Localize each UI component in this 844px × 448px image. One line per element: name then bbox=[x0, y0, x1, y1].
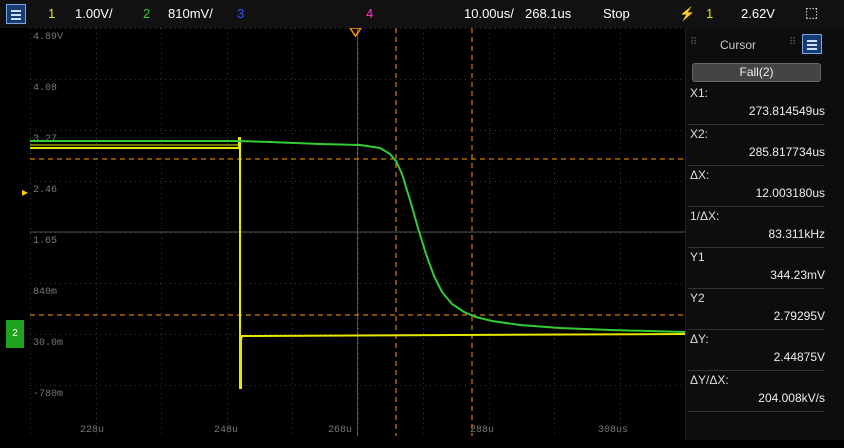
cursor-readout-label: X1: bbox=[690, 86, 709, 100]
cursor-panel-title: Cursor bbox=[720, 38, 757, 52]
cursor-readout-label: ΔY: bbox=[690, 332, 709, 346]
x-axis-label: 248u bbox=[214, 425, 238, 436]
x-axis-label: 308us bbox=[598, 425, 628, 436]
drag-handle-icon[interactable]: ⠿ bbox=[789, 37, 796, 48]
ch3-number[interactable]: 3 bbox=[237, 6, 244, 21]
x-axis-label: 228u bbox=[80, 425, 104, 436]
cursor-mode-button[interactable]: Fall(2) bbox=[692, 63, 821, 82]
ch2-marker-label: 2 bbox=[12, 328, 18, 339]
x-axis-label: 268u bbox=[328, 425, 352, 436]
cursor-readout-value: 344.23mV bbox=[770, 268, 825, 282]
drag-handle-icon[interactable]: ⠿ bbox=[690, 37, 697, 48]
y-axis-label: 2.46 bbox=[33, 185, 57, 196]
cursor-readout-value: 204.008kV/s bbox=[758, 391, 825, 405]
timebase[interactable]: 10.00us/ bbox=[464, 6, 514, 21]
panel-menu-icon[interactable] bbox=[802, 34, 822, 54]
cursor-readout-value: 2.79295V bbox=[773, 309, 825, 323]
cursor-readout-label: ΔY/ΔX: bbox=[690, 373, 729, 387]
trigger-level-marker-icon: ▸ bbox=[22, 185, 29, 199]
ch1-number[interactable]: 1 bbox=[48, 6, 55, 21]
y-axis-label: 3.27 bbox=[33, 134, 57, 145]
divider bbox=[688, 247, 824, 248]
ch4-number[interactable]: 4 bbox=[366, 6, 373, 21]
divider bbox=[688, 206, 824, 207]
delay[interactable]: 268.1us bbox=[525, 6, 571, 21]
cursor-readout-label: X2: bbox=[690, 127, 709, 141]
cursor-readout-label: Y2 bbox=[690, 291, 705, 305]
y-axis-label: 1.65 bbox=[33, 236, 57, 247]
cursor-readout-label: ΔX: bbox=[690, 168, 710, 182]
divider bbox=[688, 411, 824, 412]
cursor-readout-value: 83.311kHz bbox=[768, 227, 825, 241]
y-axis-label: 30.0m bbox=[33, 338, 63, 349]
trigger-edge-icon[interactable]: ⚡ bbox=[679, 6, 695, 22]
run-state[interactable]: Stop bbox=[603, 6, 630, 21]
y-axis-label: 840m bbox=[33, 287, 57, 298]
ch1-scale[interactable]: 1.00V/ bbox=[75, 6, 113, 21]
y-axis-label: 4.08 bbox=[33, 83, 57, 94]
cursor-readout-value: 285.817734us bbox=[748, 145, 825, 159]
trigger-channel[interactable]: 1 bbox=[706, 6, 713, 21]
cursor-readout-value: 2.44875V bbox=[773, 350, 825, 364]
divider bbox=[688, 329, 824, 330]
y-axis-label: -780m bbox=[33, 389, 63, 400]
cursor-readout-label: 1/ΔX: bbox=[690, 209, 720, 223]
top-toolbar: 1 1.00V/ 2 810mV/ 3 4 10.00us/ 268.1us S… bbox=[0, 0, 844, 28]
y-axis-label: 4.89V bbox=[33, 32, 63, 43]
cursor-readout-value: 12.003180us bbox=[755, 186, 825, 200]
cursor-readout-value: 273.814549us bbox=[748, 104, 825, 118]
divider bbox=[688, 165, 824, 166]
ch2-number[interactable]: 2 bbox=[143, 6, 150, 21]
zoom-select-icon[interactable]: ⬚ bbox=[805, 4, 818, 21]
trigger-level[interactable]: 2.62V bbox=[741, 6, 775, 21]
waveform-svg: 4.89V 4.08 3.27 2.46 1.65 840m 30.0m -780m 228u… bbox=[30, 27, 686, 437]
trigger-position-icon bbox=[348, 27, 363, 38]
cursor-readout-label: Y1 bbox=[690, 250, 705, 264]
divider bbox=[688, 288, 824, 289]
cursor-panel: ⠿ Cursor ⠿ Fall(2) X1: 273.814549us X2: 285… bbox=[685, 28, 844, 440]
waveform-display[interactable]: 4.89V 4.08 3.27 2.46 1.65 840m 30.0m -780m 228u… bbox=[30, 27, 686, 437]
ch2-ground-marker[interactable]: 2 bbox=[6, 320, 24, 348]
menu-icon[interactable] bbox=[6, 4, 26, 24]
cursor-panel-header: ⠿ Cursor ⠿ bbox=[686, 31, 844, 57]
divider bbox=[688, 124, 824, 125]
ch2-scale[interactable]: 810mV/ bbox=[168, 6, 213, 21]
divider bbox=[688, 370, 824, 371]
x-axis-label: 288u bbox=[470, 425, 494, 436]
